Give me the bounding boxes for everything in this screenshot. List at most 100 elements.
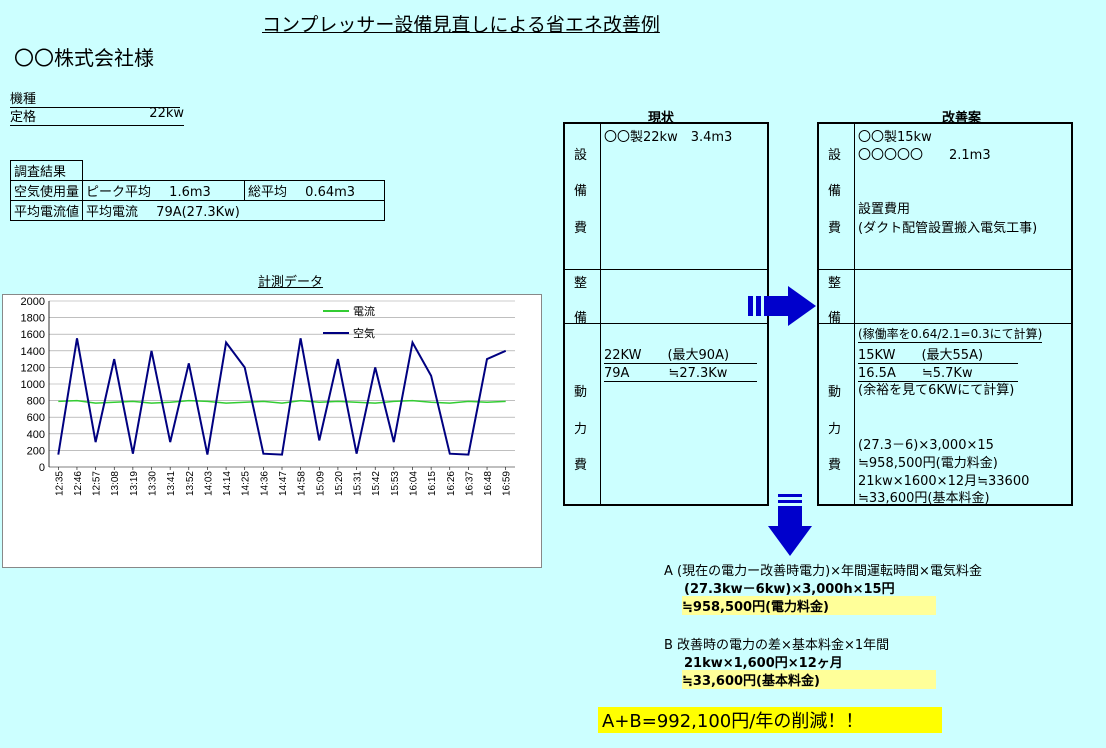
y-tick-label: 2000	[21, 296, 45, 308]
x-tick-label: 14:25	[241, 471, 252, 496]
current-cat-power-2: 力	[574, 422, 588, 437]
proposal-panel: 設 備 費 整 備 動 力 費 〇〇製15kw 〇〇〇〇〇 2.1m3 設置費用…	[817, 122, 1073, 506]
proposal-cat-eq-3: 費	[828, 221, 842, 236]
proposal-eq-line4: (ダクト配管設置搬入電気工事)	[858, 221, 1038, 236]
proposal-eq-line3: 設置費用	[858, 202, 911, 217]
y-tick-label: 1400	[21, 346, 45, 358]
x-tick-label: 15:31	[353, 471, 364, 496]
client-name: 〇〇株式会社様	[14, 46, 154, 70]
summary-b-line2: 21kw×1,600円×12ヶ月	[684, 656, 843, 671]
proposal-power-line8: ≒33,600円(基本料金)	[858, 491, 990, 506]
current-cat-power-3: 費	[574, 458, 588, 473]
y-tick-label: 200	[27, 445, 45, 457]
legend-label-1: 電流	[353, 304, 375, 318]
series-line-2	[57, 338, 507, 456]
x-tick-label: 12:35	[54, 471, 65, 496]
spec-kind-label: 機種	[10, 92, 37, 107]
x-tick-label: 16:15	[427, 471, 438, 496]
x-tick-label: 15:53	[390, 471, 401, 496]
line-chart: 0 200 400 600 800 1000 1200 1400 1600 1800 2000 12:…	[21, 296, 515, 496]
y-tick-label: 0	[39, 462, 45, 474]
proposal-cat-maint-1: 整	[828, 276, 842, 291]
x-tick-label: 16:59	[502, 471, 513, 496]
current-cat-eq-1: 設	[574, 148, 588, 163]
proposal-cat-power-1: 動	[828, 385, 842, 400]
proposal-power-line1: (稼働率を0.64/2.1=0.3にて計算)	[858, 327, 1043, 343]
x-tick-label: 14:58	[297, 471, 308, 496]
x-tick-label: 14:36	[259, 471, 270, 496]
summary-total: A+B=992,100円/年の削減！！	[598, 707, 942, 733]
page-title: コンプレッサー設備見直しによる省エネ改善例	[262, 14, 660, 36]
current-cat-eq-3: 費	[574, 221, 588, 236]
survey-table: 調査結果 空気使用量 ピーク平均 1.6m3 総平均 0.64m3 平均電流値 …	[9, 160, 386, 221]
right-arrow-icon	[748, 286, 816, 326]
summary-b-line1: B 改善時の電力の差×基本料金×1年間	[664, 638, 890, 653]
chart-title: 計測データ	[258, 275, 324, 290]
current-power-line2: 79A ≒27.3Kw	[604, 362, 757, 382]
x-tick-label: 16:37	[464, 471, 475, 496]
summary-a-line2: (27.3kw－6kw)×3,000h×15円	[684, 582, 895, 597]
summary-a-line3: ≒958,500円(電力料金)	[682, 596, 936, 615]
survey-header: 調査結果	[9, 160, 84, 181]
spec-kind-row: 機種	[10, 88, 180, 108]
y-tick-label: 1600	[21, 329, 45, 341]
down-arrow-icon	[768, 494, 812, 556]
y-tick-label: 1200	[21, 362, 45, 374]
x-tick-label: 15:42	[371, 471, 382, 496]
x-tick-label: 13:41	[166, 471, 177, 496]
proposal-cat-eq-2: 備	[828, 184, 842, 199]
y-tick-label: 400	[27, 429, 45, 441]
y-tick-label: 800	[27, 396, 45, 408]
y-tick-label: 1800	[21, 313, 45, 325]
spec-rating-value: 22kw	[149, 106, 184, 121]
proposal-eq-line1: 〇〇製15kw	[858, 130, 932, 145]
current-panel: 設 備 費 整 備 動 力 費 〇〇製22kw 3.4m3 22KW (最大90…	[563, 122, 769, 506]
proposal-cat-power-2: 力	[828, 422, 842, 437]
current-cat-eq-2: 備	[574, 184, 588, 199]
proposal-cat-maint-2: 備	[828, 311, 842, 326]
proposal-cat-power-3: 費	[828, 458, 842, 473]
survey-peak: ピーク平均 1.6m3	[82, 180, 246, 201]
x-tick-label: 14:47	[278, 471, 289, 496]
survey-peak-label: ピーク平均	[86, 185, 152, 200]
survey-air-label: 空気使用量	[9, 180, 84, 201]
proposal-power-line6: ≒958,500円(電力料金)	[858, 456, 998, 471]
survey-avg-current-label: 平均電流	[86, 205, 139, 220]
y-tick-label: 1000	[21, 379, 45, 391]
survey-current: 平均電流 79A(27.3Kw)	[82, 200, 386, 221]
chart-area: 0 200 400 600 800 1000 1200 1400 1600 1800 2000 12:…	[2, 294, 542, 568]
proposal-eq-line2: 〇〇〇〇〇 2.1m3	[858, 148, 991, 163]
x-tick-label: 13:08	[110, 471, 121, 496]
summary-b-line3: ≒33,600円(基本料金)	[682, 670, 936, 689]
x-tick-label: 16:26	[446, 471, 457, 496]
proposal-power-line5: (27.3－6)×3,000×15	[858, 438, 994, 453]
survey-total: 総平均 0.64m3	[244, 180, 386, 201]
x-tick-label: 12:57	[92, 471, 103, 496]
x-tick-label: 12:46	[73, 471, 84, 496]
x-tick-label: 14:03	[203, 471, 214, 496]
x-tick-label: 13:19	[129, 471, 140, 496]
survey-avg-current-value: 79A(27.3Kw)	[156, 205, 240, 220]
current-cat-power-1: 動	[574, 385, 588, 400]
x-tick-label: 13:52	[185, 471, 196, 496]
current-cat-maint-2: 備	[574, 311, 588, 326]
x-tick-label: 15:09	[315, 471, 326, 496]
x-tick-label: 13:30	[148, 471, 159, 496]
current-eq-line1: 〇〇製22kw 3.4m3	[604, 130, 733, 145]
x-tick-label: 14:14	[222, 471, 233, 496]
summary-a-line1: A (現在の電力ー改善時電力)×年間運転時間×電気料金	[664, 564, 982, 579]
proposal-cat-eq-1: 設	[828, 148, 842, 163]
proposal-power-line4: (余裕を見て6KWにて計算)	[858, 383, 1015, 398]
x-tick-label: 16:48	[483, 471, 494, 496]
survey-total-value: 0.64m3	[305, 185, 356, 200]
survey-current-label: 平均電流値	[9, 200, 84, 221]
current-cat-maint-1: 整	[574, 276, 588, 291]
survey-peak-value: 1.6m3	[169, 185, 211, 200]
x-tick-label: 16:04	[408, 471, 419, 496]
x-tick-label: 15:20	[334, 471, 345, 496]
spec-rating-row: 定格 22kw	[10, 106, 184, 126]
survey-total-label: 総平均	[248, 185, 288, 200]
current-power-line1: 22KW (最大90A)	[604, 344, 757, 364]
legend-label-2: 空気	[353, 326, 375, 340]
spec-rating-label: 定格	[10, 110, 37, 125]
